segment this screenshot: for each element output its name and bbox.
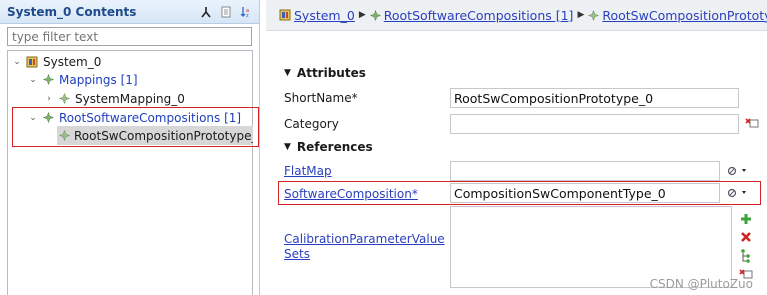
highlight-box-tree (12, 107, 259, 147)
reference-picker-icon[interactable] (726, 163, 752, 179)
attributes-section-header[interactable]: ▼ Attributes (284, 66, 366, 80)
calibration-parameter-value-sets-link[interactable]: CalibrationParameterValue Sets (284, 232, 449, 262)
collapsed-chevron-icon[interactable]: › (43, 94, 55, 104)
filter-input[interactable] (7, 27, 252, 46)
contents-tree: ⌄ System_0 ⌄ Mappings [1] › SystemMappin… (7, 50, 253, 295)
system-icon (279, 9, 291, 21)
collapse-all-icon[interactable] (219, 5, 233, 19)
properties-editor: System_0 ▶ RootSoftwareCompositions [1] … (266, 0, 767, 295)
system-icon (25, 56, 39, 68)
tree-item-label: Mappings [1] (59, 72, 138, 87)
package-icon (369, 9, 381, 21)
references-section-header[interactable]: ▼ References (284, 140, 373, 154)
contents-panel-header: System_0 Contents az (0, 0, 259, 24)
tree-item-system[interactable]: ⌄ System_0 (11, 52, 101, 71)
package-icon (41, 74, 55, 85)
element-icon (588, 9, 600, 21)
category-field[interactable] (450, 114, 739, 134)
flatmap-field[interactable] (450, 161, 720, 181)
breadcrumb-separator-icon: ▶ (577, 10, 585, 20)
tree-item-label: System_0 (43, 54, 102, 69)
clear-field-icon[interactable] (744, 115, 760, 131)
short-name-field[interactable] (450, 88, 739, 108)
attributes-heading: Attributes (296, 66, 366, 80)
flatmap-link[interactable]: FlatMap (284, 164, 332, 178)
element-icon (57, 93, 71, 104)
highlight-box-software-composition (278, 181, 761, 205)
breadcrumb-system[interactable]: System_0 (294, 8, 355, 23)
tree-item-label: SystemMapping_0 (75, 91, 185, 106)
svg-text:z: z (246, 13, 249, 18)
contents-panel: System_0 Contents az ⌄ System_0 ⌄ Mappin… (0, 0, 260, 295)
tree-structure-icon[interactable] (738, 248, 754, 264)
calibration-sets-list[interactable] (450, 206, 732, 288)
references-heading: References (296, 140, 373, 154)
breadcrumb-root-software-compositions[interactable]: RootSoftwareCompositions [1] (384, 8, 574, 23)
contents-panel-title: System_0 Contents (7, 4, 137, 19)
breadcrumb-separator-icon: ▶ (358, 10, 366, 20)
add-icon[interactable] (738, 211, 754, 227)
expand-chevron-icon[interactable]: ⌄ (11, 57, 23, 67)
hierarchy-icon[interactable] (199, 5, 213, 19)
breadcrumb-root-sw-composition-prototype[interactable]: RootSwCompositionPrototype_0 (602, 8, 767, 23)
tree-item-system-mapping[interactable]: › SystemMapping_0 (43, 89, 185, 108)
tree-item-mappings[interactable]: ⌄ Mappings [1] (27, 70, 138, 89)
remove-icon[interactable] (738, 229, 754, 245)
category-label: Category (284, 117, 339, 131)
collapse-triangle-icon: ▼ (284, 68, 291, 78)
sort-icon[interactable]: az (239, 5, 253, 19)
collapse-triangle-icon: ▼ (284, 142, 291, 152)
watermark: CSDN @PlutoZuo (649, 277, 753, 291)
expand-chevron-icon[interactable]: ⌄ (27, 75, 39, 85)
short-name-label: ShortName* (284, 91, 358, 105)
breadcrumb: System_0 ▶ RootSoftwareCompositions [1] … (266, 0, 767, 31)
